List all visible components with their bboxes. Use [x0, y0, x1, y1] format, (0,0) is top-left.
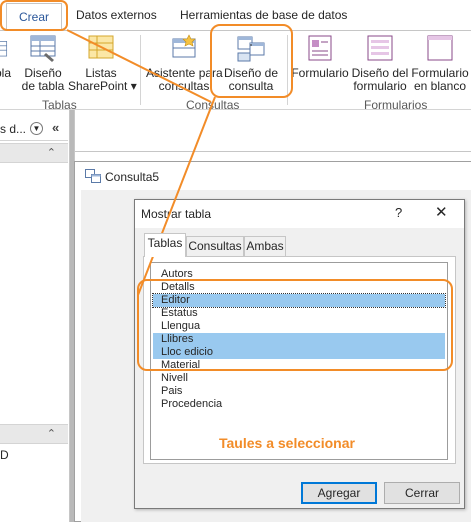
- ribbon-tab-bar: Crear Datos externos Herramientas de bas…: [0, 0, 471, 31]
- annotation-hint: Taules a seleccionar: [219, 435, 355, 451]
- query-icon: [85, 169, 101, 183]
- dialog-title: Mostrar tabla: [141, 207, 212, 221]
- close-icon[interactable]: ✕: [435, 203, 448, 221]
- group-separator: [287, 35, 288, 105]
- list-item-selected[interactable]: Editor: [152, 293, 446, 308]
- list-item[interactable]: Estatus: [153, 307, 445, 320]
- list-item[interactable]: Autors: [153, 268, 445, 281]
- listas-label-2: SharePoint ▾: [68, 79, 137, 93]
- list-item[interactable]: Pais: [153, 385, 445, 398]
- tab-ambas[interactable]: Ambas: [244, 236, 286, 256]
- asistente-consultas-button[interactable]: Asistente para consultas: [146, 33, 223, 93]
- tabla-label: bla: [0, 66, 11, 80]
- diseno-formulario-label-1: Diseño del: [351, 66, 409, 80]
- nav-header[interactable]: s d... ▼ «: [0, 118, 70, 140]
- diseno-consulta-label-1: Diseño de: [223, 66, 279, 80]
- query-window-title: Consulta5: [105, 170, 160, 184]
- nav-title: s d...: [0, 122, 27, 136]
- formulario-blanco-button[interactable]: Formulario en blanco: [410, 33, 470, 93]
- formulario-button[interactable]: Formulario: [290, 33, 350, 80]
- nav-item-label[interactable]: D: [0, 448, 9, 462]
- table-design-icon: [30, 35, 56, 62]
- listas-sharepoint-button[interactable]: Listas SharePoint ▾: [68, 33, 137, 93]
- collapse-pane-icon[interactable]: «: [52, 120, 59, 135]
- chevron-up-icon[interactable]: ⌃: [47, 146, 56, 159]
- ribbon: bla Diseño de tabla Listas SharePoint ▾ …: [0, 30, 471, 112]
- dialog-titlebar[interactable]: Mostrar tabla ? ✕: [135, 200, 464, 228]
- list-item[interactable]: Llengua: [153, 320, 445, 333]
- form-design-icon: [367, 35, 393, 61]
- chevron-up-icon[interactable]: ⌃: [47, 427, 56, 440]
- query-design-icon: [237, 36, 265, 62]
- cerrar-button[interactable]: Cerrar: [384, 482, 460, 504]
- diseno-tabla-button[interactable]: Diseño de tabla: [21, 33, 65, 93]
- query-wizard-icon: [172, 34, 196, 58]
- tab-datos-externos[interactable]: Datos externos: [76, 8, 157, 22]
- divider: [0, 140, 68, 141]
- tabla-button[interactable]: bla: [0, 33, 14, 80]
- document-tab-strip: [75, 110, 471, 152]
- help-icon[interactable]: ?: [395, 205, 402, 220]
- table-icon: [0, 41, 8, 57]
- formulario-blanco-label-2: en blanco: [413, 79, 467, 93]
- nav-group-header-2[interactable]: ⌃: [0, 424, 68, 444]
- diseno-tabla-label-2: de tabla: [21, 79, 65, 93]
- navigation-pane: s d... ▼ « ⌃ ⌃ D: [0, 110, 70, 522]
- tab-crear[interactable]: Crear: [6, 3, 62, 31]
- list-item[interactable]: Material: [153, 359, 445, 372]
- agregar-button[interactable]: Agregar: [301, 482, 377, 504]
- chevron-down-icon[interactable]: ▼: [30, 122, 43, 135]
- list-item-selected[interactable]: Lloc edicio: [153, 346, 445, 359]
- diseno-tabla-label-1: Diseño: [24, 66, 62, 80]
- formulario-blanco-label-1: Formulario: [411, 66, 469, 80]
- group-separator: [140, 35, 141, 105]
- list-item[interactable]: Nivell: [153, 372, 445, 385]
- formulario-label: Formulario: [291, 66, 349, 80]
- list-item-selected[interactable]: Llibres: [153, 333, 445, 346]
- asistente-label-2: consultas: [158, 79, 210, 93]
- nav-group-header[interactable]: ⌃: [0, 143, 68, 163]
- tab-panel: Autors Detalls Editor Estatus Llengua Ll…: [143, 256, 456, 464]
- diseno-consulta-label-2: consulta: [228, 79, 274, 93]
- form-icon: [308, 35, 332, 61]
- tab-consultas[interactable]: Consultas: [186, 236, 244, 256]
- listas-label-1: Listas: [85, 66, 117, 80]
- tab-tablas[interactable]: Tablas: [144, 233, 186, 257]
- diseno-formulario-label-2: formulario: [353, 79, 407, 93]
- list-item[interactable]: Procedencia: [153, 398, 445, 411]
- table-listbox[interactable]: Autors Detalls Editor Estatus Llengua Ll…: [150, 262, 448, 460]
- blank-form-icon: [427, 35, 453, 61]
- asistente-label-1: Asistente para: [146, 66, 223, 80]
- tab-herramientas-bd[interactable]: Herramientas de base de datos: [180, 8, 347, 22]
- sharepoint-list-icon: [88, 35, 114, 59]
- list-item[interactable]: Detalls: [153, 281, 445, 294]
- diseno-consulta-button[interactable]: Diseño de consulta: [218, 33, 284, 93]
- show-table-dialog: Mostrar tabla ? ✕ Tablas Consultas Ambas…: [134, 199, 465, 509]
- diseno-formulario-button[interactable]: Diseño del formulario: [350, 33, 410, 93]
